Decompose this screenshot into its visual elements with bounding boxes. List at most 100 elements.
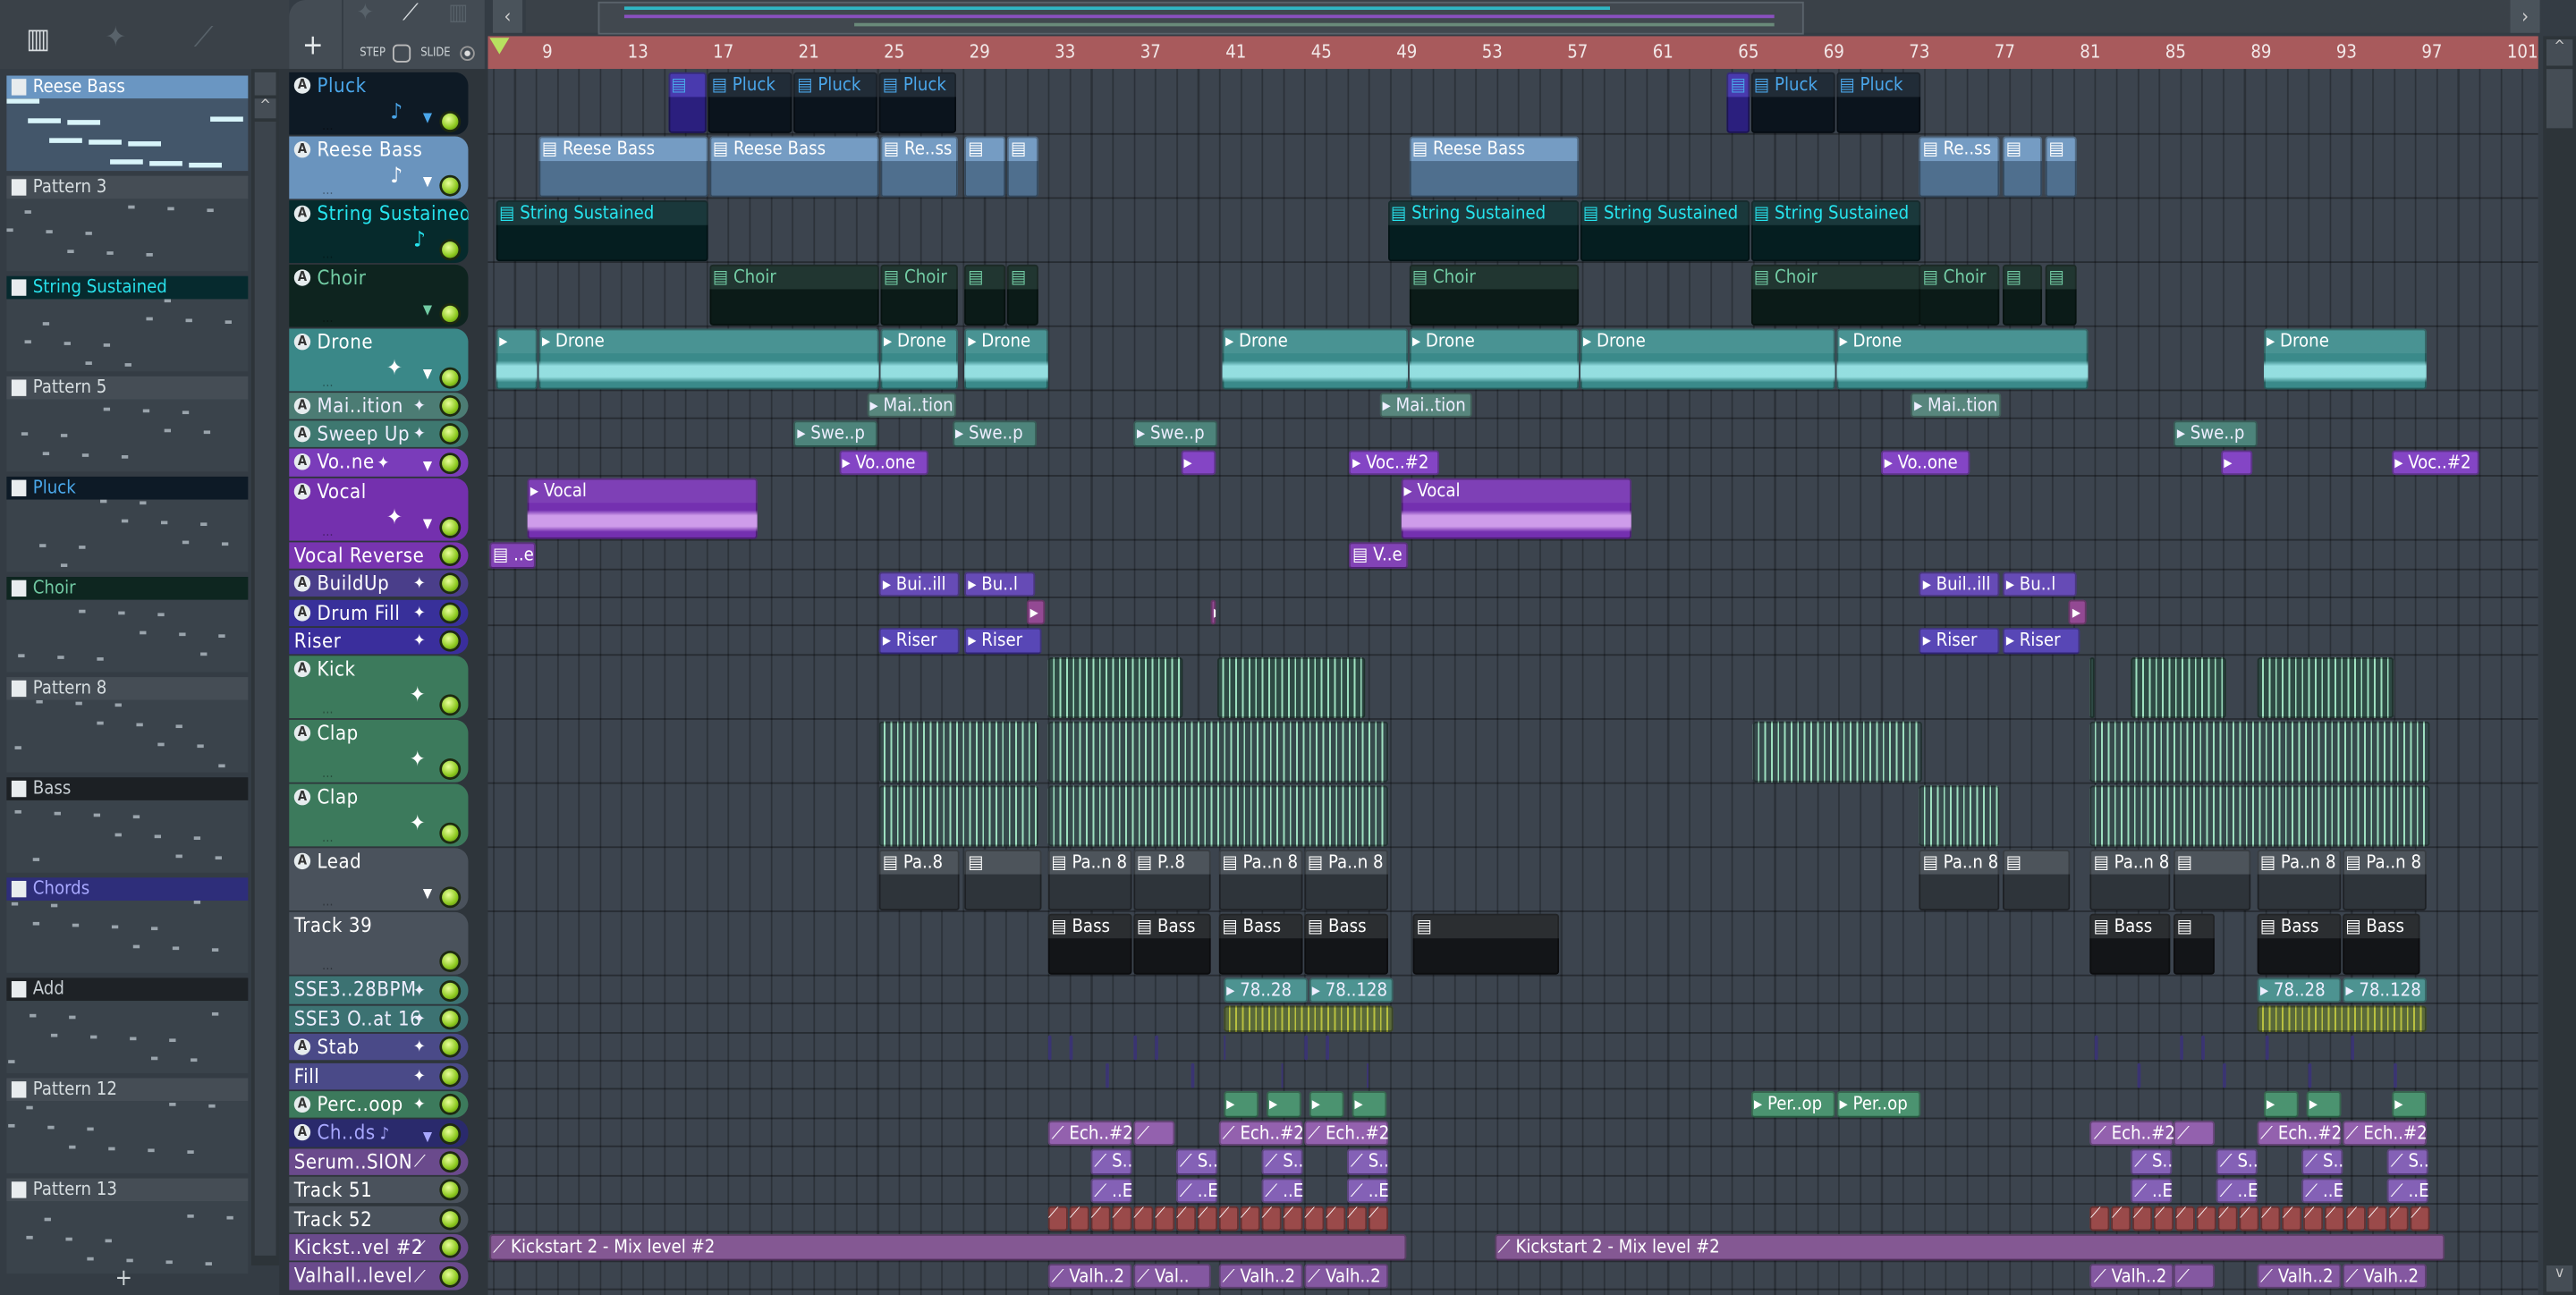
automation-clip[interactable]: ⟋ (2240, 1206, 2260, 1232)
playlist-clip[interactable]: ▸ Vo..one (1881, 450, 1970, 476)
automation-clip[interactable]: ⟋ (1240, 1206, 1260, 1232)
playlist-clip[interactable]: ▤ Bass (2090, 913, 2170, 975)
track-grip-dots[interactable]: ... (322, 524, 334, 539)
playlist-clip[interactable]: ▤ (2045, 136, 2076, 198)
playlist-clip[interactable]: ▤ Bass (1218, 913, 1303, 975)
dropdown-arrow-icon[interactable]: ▼ (423, 515, 432, 530)
playlist-clip[interactable]: ▤ Pa..8 (879, 849, 960, 910)
track-grip-dots[interactable]: ... (322, 766, 334, 782)
playlist-clip[interactable] (2137, 1062, 2140, 1089)
playlist-clip[interactable]: ▸ Voc..#2 (1349, 450, 1440, 476)
playlist-clip[interactable]: ▸ Bu..l (2003, 571, 2076, 597)
playlist-clip[interactable]: ⟋ S.. (2301, 1148, 2343, 1175)
track-header[interactable]: Riser ✦ (289, 627, 469, 655)
playlist-clip[interactable]: ▸ (1223, 1091, 1258, 1118)
playlist-clip[interactable]: ▸ Vocal (1400, 478, 1632, 540)
playlist-clip[interactable]: ▤ Pluck (708, 72, 792, 133)
automation-clip[interactable]: ⟋ (2090, 1206, 2111, 1232)
playlist-clip[interactable]: ▸ Drone (1409, 328, 1579, 390)
playlist-clip[interactable]: ▸ Riser (964, 628, 1043, 654)
track-header[interactable]: A String Sustained ♪... (289, 199, 469, 263)
dropdown-arrow-icon[interactable]: ▼ (423, 1129, 432, 1144)
playlist-clip[interactable]: ⟋ Kickstart 2 - Mix level #2 (1494, 1234, 2445, 1261)
track-grip-dots[interactable]: ... (322, 182, 334, 197)
playlist-clip[interactable]: ▸ Bu..l (964, 571, 1037, 597)
playlist-clip[interactable]: ▤ Bass (1047, 913, 1132, 975)
pattern-scroll-thumb[interactable] (254, 121, 276, 1256)
track-header[interactable]: Serum..SION ⟋ (289, 1147, 469, 1176)
pattern-clip-icon[interactable]: ▥ (448, 0, 468, 26)
track-header[interactable]: A Drone ✦ ▼... (289, 327, 469, 391)
playlist-clip[interactable]: ⟋ Valh..2 (1047, 1263, 1132, 1290)
automation-clip[interactable]: ⟋ (1112, 1206, 1132, 1232)
bar-number[interactable]: 49 (1396, 41, 1417, 63)
playlist-clip[interactable]: ⟋ S.. (1347, 1148, 1389, 1175)
mute-led[interactable] (442, 632, 459, 650)
playlist-clip[interactable]: ⟋ ..E (1090, 1177, 1132, 1204)
playlist-clip[interactable] (2265, 1034, 2268, 1061)
automation-clip[interactable]: ⟋ (2368, 1206, 2388, 1232)
mute-led[interactable] (442, 454, 459, 471)
playlist-clip[interactable] (2090, 656, 2096, 718)
playlist-clip[interactable]: ▸ Drone (2263, 328, 2427, 390)
automation-clip[interactable]: ⟋ (1090, 1206, 1111, 1232)
playlist-clip[interactable] (2094, 1034, 2097, 1061)
bar-number[interactable]: 25 (884, 41, 904, 63)
playlist-clip[interactable]: ⟋ S.. (2216, 1148, 2258, 1175)
automation-clip[interactable]: ⟋ (2111, 1206, 2131, 1232)
automation-clip[interactable]: ⟋ (1133, 1206, 1154, 1232)
playlist-clip[interactable]: ▸ Swe..p (793, 421, 878, 447)
playlist-clip[interactable]: ▸ Vocal (527, 478, 758, 540)
track-header[interactable]: A Vocal ✦ ▼... (289, 478, 469, 540)
pattern-header[interactable]: String Sustained (6, 275, 249, 300)
playlist-clip[interactable]: ▸ (1026, 599, 1045, 626)
playlist-clip[interactable]: ▤ (964, 136, 1006, 198)
pattern-item[interactable]: Reese Bass (6, 75, 249, 172)
playlist-clip[interactable]: ▤ (2003, 264, 2042, 326)
pattern-header[interactable]: Choir (6, 576, 249, 600)
playlist-clip[interactable]: ⟋ Valh..2 (2342, 1263, 2427, 1290)
mute-led[interactable] (442, 1154, 459, 1171)
playlist-clip[interactable]: ▤ Pa..n 8 (2257, 849, 2341, 910)
playlist-clip[interactable] (1047, 784, 1389, 846)
mute-led[interactable] (442, 953, 459, 970)
playlist-clip[interactable]: ⟋ Valh..2 (2257, 1263, 2341, 1290)
pattern-item[interactable]: Chords (6, 877, 249, 973)
automation-clip[interactable]: ⟋ (1069, 1206, 1089, 1232)
automation-clip[interactable]: ⟋ (2389, 1206, 2410, 1232)
bar-number[interactable]: 29 (970, 41, 990, 63)
playlist-clip[interactable]: ▤ (2174, 913, 2216, 975)
mute-led[interactable] (442, 519, 459, 536)
playlist-clip[interactable]: ▤ Bass (1133, 913, 1211, 975)
dropdown-arrow-icon[interactable]: ▼ (423, 886, 432, 901)
playlist-clip[interactable]: ▤ Pluck (1835, 72, 1920, 133)
playlist-clip[interactable] (2308, 1062, 2311, 1089)
playlist-clip[interactable]: ▤ Reese Bass (1409, 136, 1579, 198)
track-header[interactable]: Fill ✦ (289, 1062, 469, 1090)
playlist-clip[interactable]: ⟋ ..E (2131, 1177, 2173, 1204)
playlist-clip[interactable]: ▤ (1727, 72, 1750, 133)
playlist-overview[interactable] (525, 0, 2511, 35)
automation-clip[interactable]: ⟋ (2132, 1206, 2153, 1232)
timeline-ruler[interactable]: 9 13 17 21 25 29 33 37 41 45 49 53 57 61 65 69 73 77 81 85 8… (487, 36, 2538, 70)
playlist-clip[interactable]: ⟋ Valh..2 (1304, 1263, 1389, 1290)
playlist-clip[interactable]: ▤ Re..ss (880, 136, 958, 198)
playlist-clip[interactable]: ▸ (2220, 450, 2254, 476)
playlist-clip[interactable]: ▤ Choir (1750, 264, 1920, 326)
playlist-clip[interactable]: ▸ Drone (1222, 328, 1408, 390)
mute-led[interactable] (442, 889, 459, 907)
playlist-clip[interactable]: ▤ (1413, 913, 1560, 975)
playlist-clip[interactable] (1326, 1034, 1328, 1061)
playlist-clip[interactable]: ▸ Buil..ill (1919, 571, 1999, 597)
playlist-clip[interactable]: ▤ String Sustained (1387, 200, 1579, 262)
playlist-clip[interactable]: ▤ Pa..n 8 (1047, 849, 1132, 910)
step-toggle[interactable] (392, 44, 411, 63)
pattern-item[interactable]: Choir (6, 576, 249, 673)
bar-number[interactable]: 57 (1567, 41, 1588, 63)
pattern-scroll-up[interactable]: ^ (254, 98, 276, 119)
playlist-clip[interactable]: ▤ Reese Bass (709, 136, 879, 198)
playlist-clip[interactable]: ▸ Swe..p (952, 421, 1037, 447)
playlist-clip[interactable]: ▸ (1309, 1091, 1343, 1118)
scroll-right-button[interactable]: › (2510, 0, 2540, 33)
track-grip-dots[interactable]: ... (322, 246, 334, 261)
